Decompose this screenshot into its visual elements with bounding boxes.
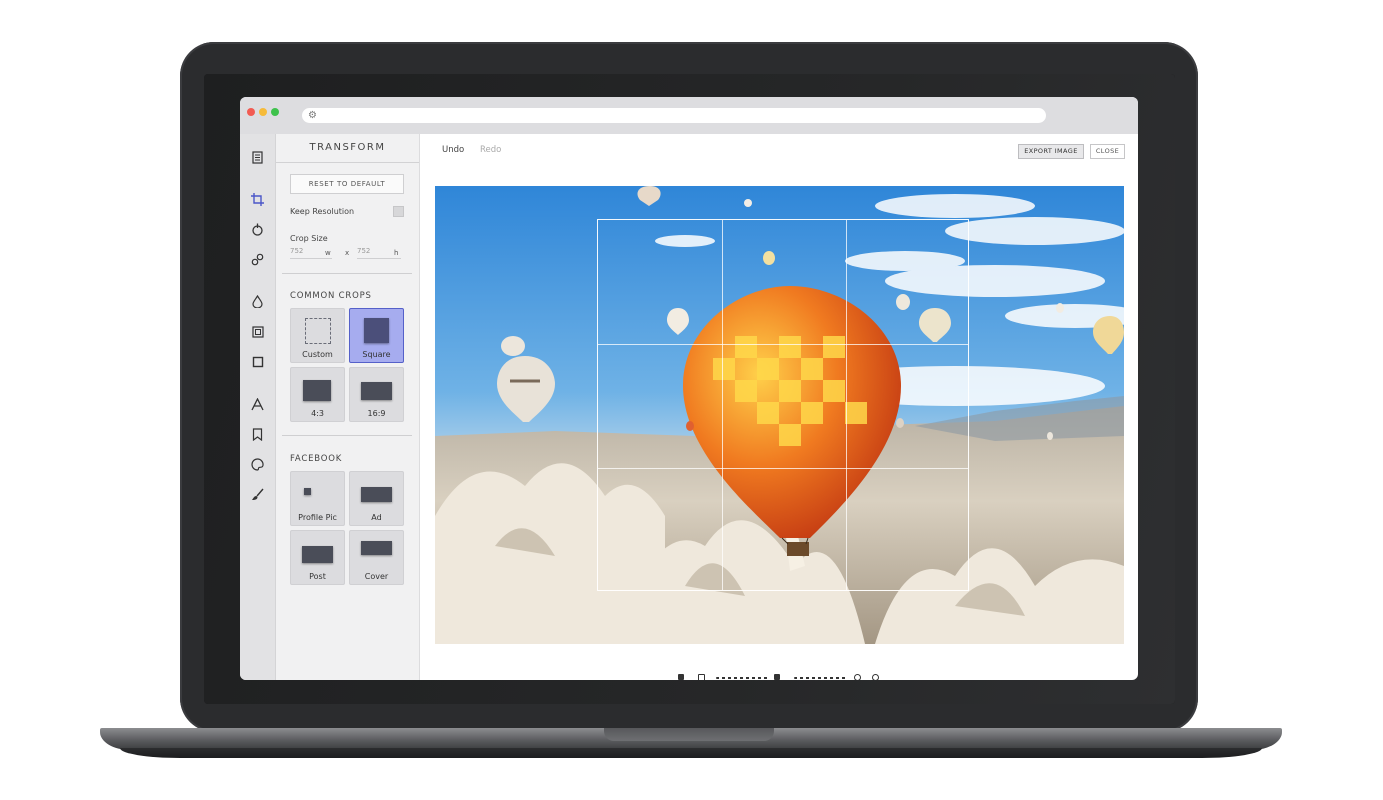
- crop-preset-4-3[interactable]: 4:3: [290, 367, 345, 422]
- crop-preset-label: 16:9: [367, 409, 386, 418]
- text-icon[interactable]: [249, 396, 266, 413]
- crop-width-input[interactable]: 752: [290, 247, 303, 255]
- redo-button[interactable]: Redo: [480, 145, 501, 155]
- crop-icon[interactable]: [249, 191, 266, 208]
- facebook-preset-cover[interactable]: Cover: [349, 530, 404, 585]
- address-bar[interactable]: ⚙: [302, 108, 1046, 123]
- close-window-button[interactable]: [247, 108, 255, 116]
- crop-width-underline: [290, 258, 332, 259]
- divider: [282, 435, 412, 436]
- undo-button[interactable]: Undo: [442, 145, 464, 155]
- rotation-slider[interactable]: [716, 677, 768, 679]
- facebook-preset-ad[interactable]: Ad: [349, 471, 404, 526]
- rotate-right-icon[interactable]: [872, 674, 879, 680]
- crop-size-label: Crop Size: [290, 234, 328, 243]
- zoom-window-button[interactable]: [271, 108, 279, 116]
- crop-preset-label: Square: [362, 350, 391, 359]
- facebook-preset-label: Cover: [364, 572, 389, 581]
- facebook-preset-post[interactable]: Post: [290, 530, 345, 585]
- laptop-base-bottom: [120, 748, 1262, 758]
- main-toolbar: Undo Redo EXPORT IMAGE CLOSE: [420, 134, 1138, 164]
- crop-height-input[interactable]: 752: [357, 247, 370, 255]
- panel-title: TRANSFORM: [276, 134, 419, 163]
- adjust-icon[interactable]: [249, 251, 266, 268]
- settings-icon: ⚙: [308, 110, 317, 121]
- facebook-preset-label: Post: [309, 572, 326, 581]
- flip-icon[interactable]: [678, 674, 684, 680]
- minimize-window-button[interactable]: [259, 108, 267, 116]
- bottom-toolbar: [674, 674, 884, 680]
- frame-icon[interactable]: [249, 323, 266, 340]
- tool-sidebar: [240, 134, 276, 680]
- crop-preset-16-9[interactable]: 16:9: [349, 367, 404, 422]
- divider: [282, 273, 412, 274]
- common-crops-title: COMMON CROPS: [290, 291, 372, 301]
- document-icon[interactable]: [249, 149, 266, 166]
- cover-crop-icon: [361, 541, 392, 555]
- facebook-preset-profile-pic[interactable]: Profile Pic: [290, 471, 345, 526]
- 16-9-crop-icon: [361, 382, 392, 400]
- keep-resolution-label: Keep Resolution: [290, 207, 355, 216]
- drop-icon[interactable]: [249, 293, 266, 310]
- brush-icon[interactable]: [249, 486, 266, 503]
- filter-icon[interactable]: [249, 221, 266, 238]
- bookmark-icon[interactable]: [249, 426, 266, 443]
- palette-icon[interactable]: [249, 456, 266, 473]
- square-crop-icon: [364, 318, 389, 343]
- export-image-button[interactable]: EXPORT IMAGE: [1018, 144, 1084, 159]
- titlebar: ⚙: [240, 97, 1138, 134]
- app-window: ⚙ TRANSFORM RESET TO DEFAULT Keep Resolu…: [240, 97, 1138, 680]
- facebook-title: FACEBOOK: [290, 454, 343, 464]
- crop-height-unit: h: [394, 249, 399, 257]
- facebook-preset-label: Profile Pic: [298, 513, 337, 522]
- crop-width-unit: w: [325, 249, 331, 257]
- transform-panel: TRANSFORM RESET TO DEFAULT Keep Resoluti…: [276, 134, 420, 680]
- laptop-notch: [604, 728, 774, 741]
- image-canvas[interactable]: [435, 186, 1124, 644]
- crop-preset-label: 4:3: [311, 409, 324, 418]
- square-icon[interactable]: [249, 353, 266, 370]
- crop-grid-line: [846, 220, 847, 590]
- crop-grid-line: [598, 468, 968, 469]
- crop-preset-label: Custom: [302, 350, 333, 359]
- ad-crop-icon: [361, 487, 392, 502]
- facebook-preset-label: Ad: [371, 513, 382, 522]
- crop-height-underline: [357, 258, 401, 259]
- reset-to-default-button[interactable]: RESET TO DEFAULT: [290, 174, 404, 194]
- rotate-left-icon[interactable]: [854, 674, 861, 680]
- crop-grid-line: [722, 220, 723, 590]
- crop-grid-line: [598, 344, 968, 345]
- degree-icon: [774, 674, 780, 680]
- straighten-slider[interactable]: [794, 677, 846, 679]
- crop-size-separator: x: [345, 249, 350, 257]
- profile-pic-crop-icon: [304, 488, 311, 495]
- keep-resolution-checkbox[interactable]: [393, 206, 404, 217]
- crop-preset-custom[interactable]: Custom: [290, 308, 345, 363]
- custom-crop-icon: [305, 318, 331, 344]
- crop-selection-box[interactable]: [597, 219, 969, 591]
- crop-preset-square[interactable]: Square: [349, 308, 404, 363]
- 4-3-crop-icon: [303, 380, 331, 401]
- post-crop-icon: [302, 546, 333, 563]
- aspect-icon[interactable]: [698, 674, 705, 680]
- close-button[interactable]: CLOSE: [1090, 144, 1125, 159]
